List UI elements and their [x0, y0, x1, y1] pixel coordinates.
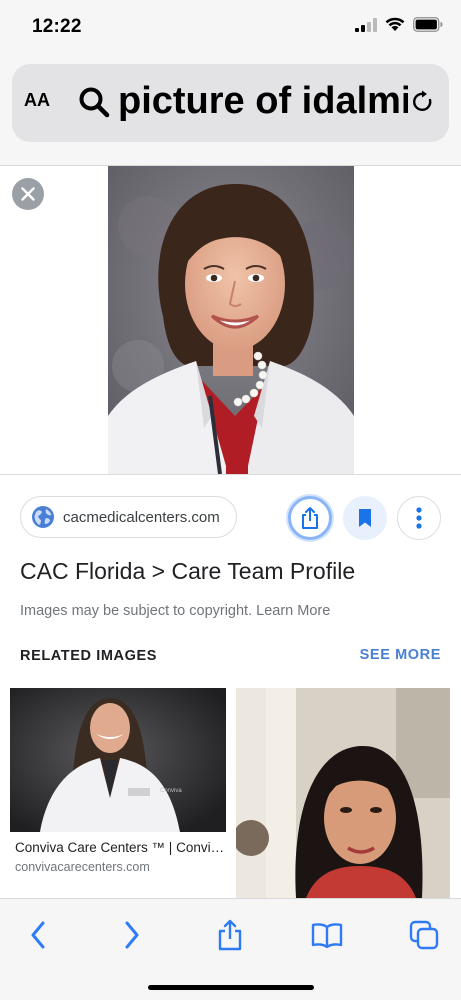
globe-icon: [32, 506, 54, 528]
related-site: convivacarecenters.com: [15, 860, 150, 874]
related-title: Conviva Care Centers ™ | Conviva Care Ce…: [15, 840, 225, 855]
related-images-heading: RELATED IMAGES: [20, 648, 158, 664]
bookmark-icon: [359, 509, 371, 527]
battery-icon: [413, 17, 443, 32]
tabs-button[interactable]: [404, 917, 444, 953]
close-icon: [21, 187, 35, 201]
related-thumbnail-2: [233, 688, 450, 898]
share-button[interactable]: [288, 496, 332, 540]
text-size-button[interactable]: AA: [24, 90, 50, 111]
divider: [0, 474, 461, 475]
forward-button[interactable]: [112, 917, 152, 953]
forward-icon: [125, 921, 139, 949]
share-icon: [302, 507, 318, 529]
status-bar: 12:22: [0, 0, 461, 56]
bookmarks-button[interactable]: [307, 917, 347, 953]
close-button[interactable]: [12, 178, 44, 210]
related-image-card-2[interactable]: [233, 688, 450, 898]
portrait-image[interactable]: [108, 166, 354, 474]
copyright-note[interactable]: Images may be subject to copyright. Lear…: [20, 603, 330, 619]
related-thumbnail: Conviva: [10, 688, 226, 832]
address-bar[interactable]: AA picture of idalmis: [12, 64, 449, 142]
more-vert-icon: [416, 507, 422, 529]
search-query[interactable]: picture of idalmis: [118, 78, 408, 124]
related-image-card[interactable]: Conviva Conviva Care Centers ™ | Conviva…: [10, 688, 226, 898]
text-size-label: AA: [24, 90, 50, 110]
bookmarks-icon: [311, 923, 343, 948]
more-options-button[interactable]: [397, 496, 441, 540]
back-button[interactable]: [18, 917, 58, 953]
status-icons: [355, 17, 443, 32]
home-indicator[interactable]: [148, 985, 314, 990]
save-button[interactable]: [343, 496, 387, 540]
clock: 12:22: [32, 16, 82, 37]
back-icon: [31, 921, 45, 949]
browser-header: AA picture of idalmis: [0, 56, 461, 166]
see-more-link[interactable]: SEE MORE: [360, 647, 441, 663]
tabs-icon: [409, 920, 439, 950]
signal-icon: [355, 17, 377, 32]
source-link[interactable]: cacmedicalcenters.com: [20, 496, 237, 538]
toolbar-share-button[interactable]: [210, 917, 250, 953]
reload-icon[interactable]: [413, 90, 435, 114]
wifi-icon: [385, 17, 405, 31]
search-icon: [79, 87, 110, 118]
svg-text:Conviva: Conviva: [160, 788, 182, 794]
result-title[interactable]: CAC Florida > Care Team Profile: [20, 558, 355, 585]
source-domain: cacmedicalcenters.com: [63, 508, 220, 526]
image-viewer: [0, 166, 461, 474]
share-icon: [218, 919, 242, 951]
